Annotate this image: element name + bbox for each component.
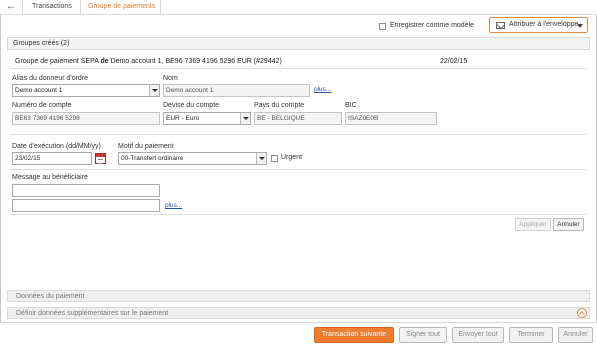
footer-toolbar: Transaction suivante Signer tout Envoyer… [0,322,597,346]
group-title-prefix: Groupe de paiement SEPA [15,58,101,65]
account-currency-value: EUR - Euro [166,115,200,122]
top-navigation-bar: ← Transactions Groupe de paiements [0,0,597,15]
envelope-icon [496,22,505,29]
divider [10,214,588,215]
payment-reason-label: Motif du paiement [118,143,174,150]
chevron-down-icon [577,24,583,28]
chevron-up-icon[interactable] [577,308,587,318]
payment-group-title: Groupe de paiement SEPA de Demo account … [15,58,282,65]
breadcrumb-separator [160,0,161,15]
chevron-down-icon [240,113,250,124]
beneficiary-message-line-1[interactable] [12,184,160,197]
account-currency-label: Devise du compte [163,102,220,109]
breadcrumb-payment-group: Groupe de paiements [88,3,156,10]
created-groups-label: Groupes créés (2) [13,40,70,47]
send-all-button[interactable]: Envoyer tout [452,327,504,343]
name-more-link[interactable]: plus... [314,86,331,93]
execution-date-label: Date d'exécution (dd/MM/yy) [12,143,101,150]
urgent-checkbox[interactable] [271,155,278,162]
extra-data-panel[interactable]: Définir données supplémentaires sur le p… [7,307,590,319]
beneficiary-message-line-2[interactable] [12,199,160,212]
payment-group-date: 22/02/15 [440,58,468,65]
execution-date-field[interactable]: 23/02/15 [12,152,92,165]
name-field[interactable]: Demo account 1 [163,84,310,97]
breadcrumb-separator [80,0,81,15]
chevron-down-icon [256,153,266,164]
bic-field[interactable]: ISAZ0E0B [345,112,437,125]
back-arrow-icon[interactable]: ← [4,2,18,13]
save-as-model-label: Enregistrer comme modèle [390,22,475,29]
beneficiary-message-label: Message au bénéficiaire [12,174,88,181]
name-label: Nom [163,75,178,82]
payment-reason-select[interactable]: 00-Transfert ordinaire [118,152,267,165]
apply-button[interactable]: Appliquer [515,218,551,231]
account-country-field[interactable]: BE - BELGIQUE [254,112,342,125]
finish-button[interactable]: Terminer [509,327,553,343]
breadcrumb-transactions[interactable]: Transactions [32,3,72,10]
assign-envelope-button[interactable]: Attribuer à l'enveloppe [489,17,588,33]
divider [10,169,588,170]
payment-reason-value: 00-Transfert ordinaire [121,155,184,162]
save-as-model-checkbox[interactable] [379,23,386,30]
assign-envelope-label: Attribuer à l'enveloppe [509,21,579,28]
bic-label: BIC [345,102,357,109]
created-groups-bar[interactable]: Groupes créés (2) [7,37,590,50]
message-more-link[interactable]: plus... [165,202,182,209]
account-number-label: Numéro de compte [12,102,72,109]
divider [10,134,588,135]
account-country-label: Pays du compte [254,102,305,109]
breadcrumb-separator [22,0,23,15]
form-cancel-button[interactable]: Annuler [553,218,584,231]
next-transaction-button[interactable]: Transaction suivante [314,327,394,343]
account-number-field[interactable]: BE63 7369 4196 5298 [12,112,160,125]
chevron-down-icon [149,85,159,96]
calendar-icon[interactable] [95,153,106,164]
payment-data-label: Données du paiement [16,293,85,300]
group-title-bold: de [100,58,109,65]
extra-data-label: Définir données supplémentaires sur le p… [16,310,169,317]
orderer-alias-value: Demo account 1 [15,87,63,94]
payment-data-panel[interactable]: Données du paiement [7,290,590,302]
sign-all-button[interactable]: Signer tout [399,327,447,343]
divider [10,68,588,69]
group-title-suffix: Demo account 1, BE96 7369 4196 5296 EUR … [108,58,282,65]
orderer-alias-select[interactable]: Demo account 1 [12,84,160,97]
urgent-label: Urgent [281,154,303,161]
account-currency-select[interactable]: EUR - Euro [163,112,251,125]
cancel-button[interactable]: Annuler [558,327,593,343]
orderer-alias-label: Alias du donneur d'ordre [12,75,89,82]
